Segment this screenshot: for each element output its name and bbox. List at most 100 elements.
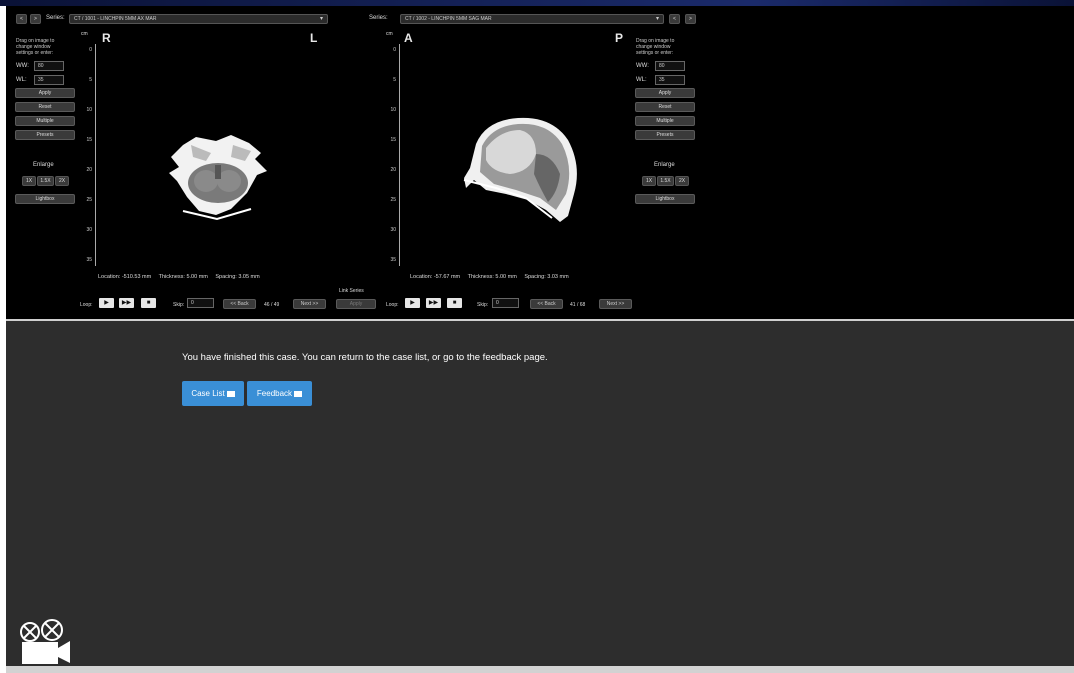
- left-enlarge-label: Enlarge: [33, 162, 54, 168]
- left-series-next-button[interactable]: >: [30, 14, 41, 24]
- right-slice-info: Location: -57.67 mm Thickness: 5.00 mm S…: [410, 274, 575, 280]
- right-orientation-left: A: [404, 31, 413, 45]
- left-orientation-right: L: [310, 31, 318, 45]
- case-list-button[interactable]: Case List: [182, 381, 244, 406]
- left-zoom-1-5x-button[interactable]: 1.5X: [37, 176, 54, 186]
- play-icon[interactable]: ▶: [99, 298, 114, 308]
- right-back-button[interactable]: << Back: [530, 299, 563, 309]
- right-apply-button[interactable]: Apply: [635, 88, 695, 98]
- right-ww-field[interactable]: 80: [655, 61, 685, 71]
- left-series-value: CT / 1001 - LINCHPIN 5MM AX MAR: [74, 16, 157, 22]
- ruler-label: 35: [390, 257, 396, 263]
- stop-icon[interactable]: ■: [447, 298, 462, 308]
- right-series-value: CT / 1002 - LINCHPIN 5MM SAG MAR: [405, 16, 492, 22]
- chevron-down-icon: ▾: [655, 16, 659, 22]
- left-lightbox-button[interactable]: Lightbox: [15, 194, 75, 204]
- right-zoom-2x-button[interactable]: 2X: [675, 176, 689, 186]
- right-zoom-1-5x-button[interactable]: 1.5X: [657, 176, 674, 186]
- right-wl-label: WL:: [636, 77, 647, 83]
- link-series-label: Link Series: [339, 288, 364, 294]
- right-series-label: Series:: [369, 15, 388, 21]
- left-wl-label: WL:: [16, 77, 27, 83]
- sagittal-ct-image[interactable]: [456, 114, 586, 229]
- left-series-prev-button[interactable]: <: [16, 14, 27, 24]
- right-zoom-1x-button[interactable]: 1X: [642, 176, 656, 186]
- left-location: Location: -510.53 mm: [98, 274, 152, 280]
- feedback-label: Feedback: [256, 389, 293, 398]
- ruler-label: 20: [390, 167, 396, 173]
- ruler-label: 20: [86, 167, 92, 173]
- left-skip-label: Skip:: [173, 302, 185, 308]
- stop-icon[interactable]: ■: [141, 298, 156, 308]
- right-reset-button[interactable]: Reset: [635, 102, 695, 112]
- left-skip-value: 0: [191, 300, 194, 306]
- ruler-label: 0: [89, 47, 92, 53]
- ruler-label: 15: [390, 137, 396, 143]
- right-loop-label: Loop:: [386, 302, 399, 308]
- left-thickness: Thickness: 5.00 mm: [158, 274, 208, 280]
- right-slice-counter: 41 / 68: [570, 302, 586, 308]
- right-series-select[interactable]: CT / 1002 - LINCHPIN 5MM SAG MAR ▾: [400, 14, 664, 24]
- left-multiple-button[interactable]: Multiple: [15, 116, 75, 126]
- left-presets-button[interactable]: Presets: [15, 130, 75, 140]
- left-orientation-left: R: [102, 31, 111, 45]
- dicom-viewer: < > Series: CT / 1001 - LINCHPIN 5MM AX …: [6, 6, 1074, 319]
- list-icon: [294, 391, 303, 397]
- left-zoom-2x-button[interactable]: 2X: [55, 176, 69, 186]
- case-finished-panel: [6, 321, 1074, 666]
- fast-forward-icon[interactable]: ▶▶: [426, 298, 441, 308]
- left-spacing: Spacing: 3.05 mm: [215, 274, 260, 280]
- right-ww-label: WW:: [636, 63, 649, 69]
- right-spacing: Spacing: 3.03 mm: [524, 274, 569, 280]
- left-wl-field[interactable]: 35: [34, 75, 64, 85]
- ruler-label: 10: [86, 107, 92, 113]
- left-zoom-1x-button[interactable]: 1X: [22, 176, 36, 186]
- right-series-next-button[interactable]: >: [685, 14, 696, 24]
- left-ruler: 0 5 10 15 20 25 30 35: [83, 44, 103, 266]
- left-ruler-unit: cm: [81, 31, 88, 37]
- ruler-label: 10: [390, 107, 396, 113]
- ruler-label: 5: [89, 77, 92, 83]
- right-thickness: Thickness: 5.00 mm: [467, 274, 517, 280]
- fast-forward-icon[interactable]: ▶▶: [119, 298, 134, 308]
- left-apply-button[interactable]: Apply: [15, 88, 75, 98]
- list-icon: [226, 391, 235, 397]
- ruler-label: 30: [86, 227, 92, 233]
- left-slice-counter: 46 / 49: [264, 302, 280, 308]
- ruler-label: 25: [86, 197, 92, 203]
- right-window-help-text: Drag on image to change window settings …: [636, 38, 675, 56]
- left-ww-label: WW:: [16, 63, 29, 69]
- right-location: Location: -57.67 mm: [410, 274, 461, 280]
- right-ruler-unit: cm: [386, 31, 393, 37]
- right-presets-button[interactable]: Presets: [635, 130, 695, 140]
- right-ruler: 0 5 10 15 20 25 30 35: [387, 44, 407, 266]
- feedback-button[interactable]: Feedback: [247, 381, 312, 406]
- ruler-label: 25: [390, 197, 396, 203]
- left-skip-stepper[interactable]: 0: [187, 298, 214, 308]
- link-series-apply-button[interactable]: Apply: [336, 299, 376, 309]
- right-skip-stepper[interactable]: 0: [492, 298, 519, 308]
- ruler-label: 0: [393, 47, 396, 53]
- right-skip-label: Skip:: [477, 302, 489, 308]
- left-reset-button[interactable]: Reset: [15, 102, 75, 112]
- right-next-button[interactable]: Next >>: [599, 299, 632, 309]
- case-list-label: Case List: [191, 389, 225, 398]
- finish-message: You have finished this case. You can ret…: [182, 352, 548, 363]
- right-enlarge-label: Enlarge: [654, 162, 675, 168]
- ruler-label: 30: [390, 227, 396, 233]
- left-back-button[interactable]: << Back: [223, 299, 256, 309]
- left-ww-field[interactable]: 80: [34, 61, 64, 71]
- right-wl-field[interactable]: 35: [655, 75, 685, 85]
- right-lightbox-button[interactable]: Lightbox: [635, 194, 695, 204]
- left-loop-label: Loop:: [80, 302, 93, 308]
- left-series-label: Series:: [46, 15, 65, 21]
- axial-ct-image[interactable]: [161, 131, 276, 221]
- right-multiple-button[interactable]: Multiple: [635, 116, 695, 126]
- bottom-scrollbar[interactable]: [6, 666, 1074, 673]
- camera-icon[interactable]: [16, 618, 72, 666]
- right-orientation-right: P: [615, 31, 624, 45]
- right-series-prev-button[interactable]: <: [669, 14, 680, 24]
- play-icon[interactable]: ▶: [405, 298, 420, 308]
- left-series-select[interactable]: CT / 1001 - LINCHPIN 5MM AX MAR ▾: [69, 14, 328, 24]
- left-next-button[interactable]: Next >>: [293, 299, 326, 309]
